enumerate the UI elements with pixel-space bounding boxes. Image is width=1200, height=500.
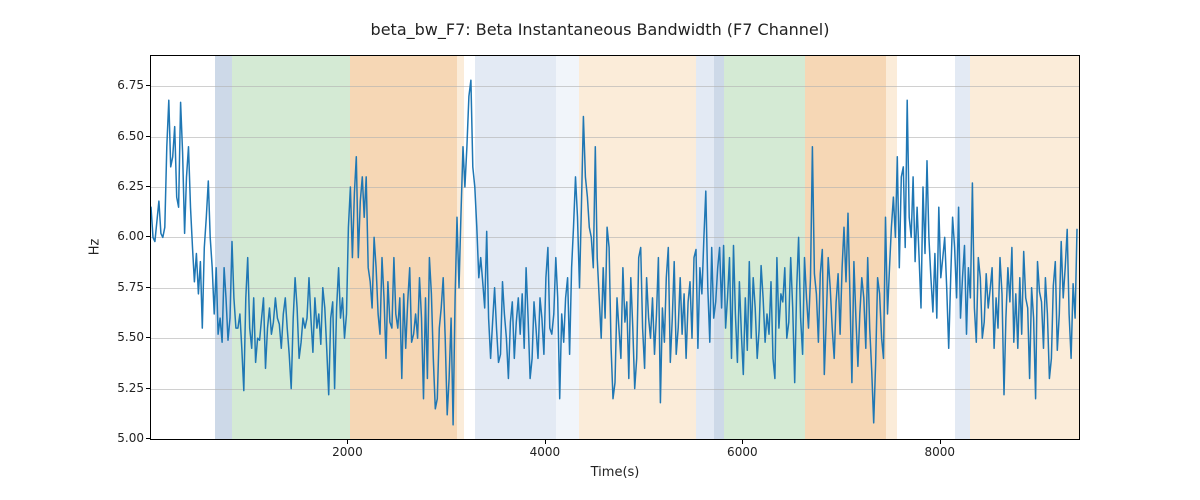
x-tick-label: 6000 — [727, 445, 758, 459]
x-tick-mark — [347, 440, 348, 444]
x-tick-label: 2000 — [332, 445, 363, 459]
y-tick-label: 6.00 — [104, 229, 144, 243]
y-tick-mark — [146, 136, 150, 137]
x-tick-label: 4000 — [530, 445, 561, 459]
y-axis-label: Hz — [88, 239, 103, 256]
line-series — [151, 56, 1079, 439]
y-tick-mark — [146, 85, 150, 86]
y-tick-label: 6.25 — [104, 179, 144, 193]
y-tick-mark — [146, 287, 150, 288]
plot-area — [150, 55, 1080, 440]
y-tick-mark — [146, 388, 150, 389]
x-tick-mark — [940, 440, 941, 444]
x-axis-label: Time(s) — [591, 465, 640, 480]
y-tick-label: 5.25 — [104, 381, 144, 395]
y-tick-mark — [146, 186, 150, 187]
y-tick-label: 6.75 — [104, 78, 144, 92]
y-tick-mark — [146, 438, 150, 439]
y-tick-mark — [146, 337, 150, 338]
chart-title: beta_bw_F7: Beta Instantaneous Bandwidth… — [0, 20, 1200, 39]
x-tick-mark — [545, 440, 546, 444]
x-tick-mark — [742, 440, 743, 444]
y-tick-label: 5.50 — [104, 330, 144, 344]
y-tick-mark — [146, 236, 150, 237]
y-tick-label: 5.00 — [104, 431, 144, 445]
y-tick-label: 5.75 — [104, 280, 144, 294]
figure: beta_bw_F7: Beta Instantaneous Bandwidth… — [0, 0, 1200, 500]
y-tick-label: 6.50 — [104, 129, 144, 143]
x-tick-label: 8000 — [925, 445, 956, 459]
